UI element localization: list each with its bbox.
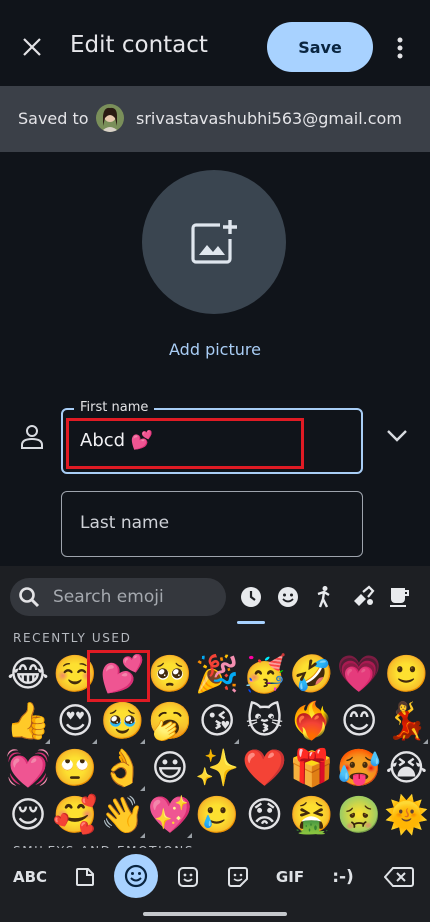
chevron-down-icon [387, 430, 407, 442]
first-name-highlight-box [66, 418, 304, 469]
sticker-icon [76, 868, 94, 886]
emoji-key[interactable]: 😂 [5, 652, 51, 698]
emoticon-button[interactable]: :-) [328, 858, 358, 896]
search-icon [18, 586, 40, 608]
skin-tone-variant-indicator [234, 739, 240, 744]
skin-tone-variant-indicator [45, 739, 50, 744]
emoji-key[interactable]: ❤️ [242, 746, 288, 792]
emoji-key[interactable]: 🎉 [194, 652, 240, 698]
save-button[interactable]: Save [267, 22, 373, 72]
avatar-sticker-button[interactable] [224, 858, 252, 896]
emoji-key[interactable]: 🥱 [147, 699, 193, 745]
emoji-key[interactable]: 💓 [5, 746, 51, 792]
emoji-key[interactable]: 😌 [5, 793, 51, 839]
close-icon [23, 38, 41, 56]
account-email: srivastavashubhi563@gmail.com [136, 109, 402, 128]
emoji-key[interactable]: 🤮 [289, 793, 335, 839]
emoji-key[interactable]: 🙄 [52, 746, 98, 792]
last-name-placeholder: Last name [80, 513, 170, 533]
emoji-search-placeholder: Search emoji [53, 587, 164, 607]
sticker-button[interactable] [70, 858, 100, 896]
emoji-key[interactable]: 🥳 [242, 652, 288, 698]
emoji-key[interactable]: 😽 [242, 699, 288, 745]
emoji-sticker-icon [178, 867, 198, 887]
selected-emoji-highlight-box [87, 650, 150, 702]
emoji-key[interactable]: 🙂 [383, 652, 429, 698]
emoji-key[interactable]: ✨ [194, 746, 240, 792]
saved-to-bar[interactable]: Saved to srivastavashubhi563@gmail.com [0, 86, 430, 152]
category-selected-indicator [237, 621, 265, 624]
skin-tone-variant-indicator [139, 739, 145, 744]
expand-name-button[interactable] [384, 423, 410, 447]
skin-tone-variant-indicator [423, 739, 429, 744]
emoji-tab-button[interactable] [114, 854, 158, 898]
avatar [96, 104, 124, 132]
saved-to-label: Saved to [18, 109, 89, 128]
page-title: Edit contact [70, 32, 208, 58]
emoji-key[interactable]: 🤣 [289, 652, 335, 698]
emoji-key[interactable]: ❤️‍🔥 [289, 699, 335, 745]
skin-tone-variant-indicator [139, 786, 145, 791]
emoji-kitchen-button[interactable] [174, 858, 202, 896]
emoji-key[interactable]: 🎁 [289, 746, 335, 792]
emoji-key[interactable]: 🥺 [147, 652, 193, 698]
keyboard-toolbar [0, 848, 430, 906]
emoji-key[interactable]: 🤢 [336, 793, 382, 839]
skin-tone-variant-indicator [92, 739, 98, 744]
more-vert-icon [397, 37, 403, 59]
home-gesture-handle[interactable] [143, 912, 287, 916]
emoji-key[interactable]: 😃 [147, 746, 193, 792]
person-icon [20, 424, 44, 450]
emoji-key[interactable]: 🥲 [194, 793, 240, 839]
emoji-key[interactable]: 😊 [336, 699, 382, 745]
recently-used-label: RECENTLY USED [13, 631, 132, 645]
backspace-icon [384, 867, 414, 887]
emoji-key[interactable]: 🥰 [52, 793, 98, 839]
recent-icon[interactable] [238, 584, 264, 610]
add-picture-link[interactable]: Add picture [0, 340, 430, 359]
first-name-label: First name [74, 400, 155, 415]
abc-button[interactable]: ABC [8, 858, 52, 896]
gif-button[interactable]: GIF [272, 858, 308, 896]
emoji-key[interactable]: 🌞 [383, 793, 429, 839]
more-options-button[interactable] [386, 30, 414, 66]
emoji-key[interactable]: 💗 [336, 652, 382, 698]
emoji-key[interactable]: 😟 [242, 793, 288, 839]
close-button[interactable] [14, 29, 50, 65]
objects-icon[interactable] [350, 584, 376, 610]
emoji-key[interactable]: 😭 [383, 746, 429, 792]
emoji-key[interactable]: 🥵 [336, 746, 382, 792]
avatar-sticker-icon [228, 867, 248, 887]
add-picture-button[interactable] [142, 170, 286, 314]
smileys-icon[interactable] [275, 584, 301, 610]
emoji-icon [124, 864, 148, 888]
skin-tone-variant-indicator [186, 833, 192, 838]
add-photo-icon [191, 220, 237, 264]
backspace-button[interactable] [382, 858, 416, 896]
activity-icon[interactable] [311, 584, 337, 610]
food-icon[interactable] [386, 584, 412, 610]
skin-tone-variant-indicator [139, 833, 145, 838]
